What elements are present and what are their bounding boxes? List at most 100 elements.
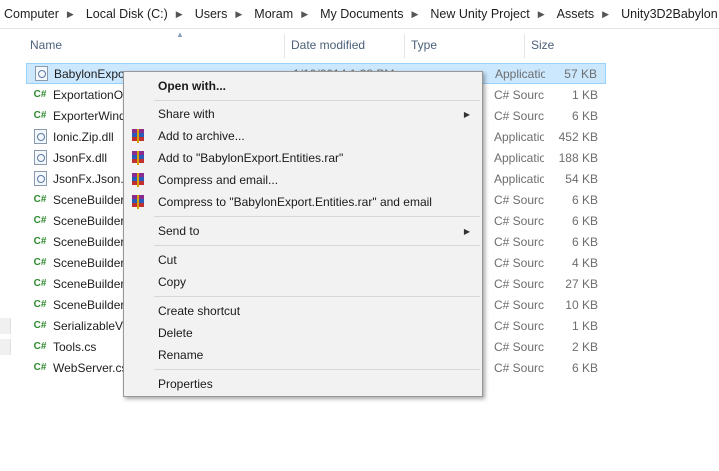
- menu-item-rename[interactable]: Rename: [124, 344, 482, 366]
- file-name: JsonFx.Json.dll: [53, 171, 128, 186]
- menu-separator: [154, 369, 480, 370]
- file-type: C# Source f...: [494, 213, 544, 228]
- cs-file-icon: C#: [33, 299, 47, 310]
- cs-file-icon: C#: [33, 362, 47, 373]
- menu-item-send-to[interactable]: Send to ▶: [124, 220, 482, 242]
- file-name: SceneBuilder.cs: [53, 234, 128, 249]
- chevron-right-icon[interactable]: ▶: [176, 9, 183, 20]
- menu-separator: [154, 100, 480, 101]
- menu-separator: [154, 245, 480, 246]
- menu-item-add-to-archive[interactable]: Add to archive...: [124, 125, 482, 147]
- file-name: SceneBuilder.Lights.cs: [53, 255, 128, 270]
- column-header-size[interactable]: Size: [531, 38, 554, 52]
- menu-item-copy[interactable]: Copy: [124, 271, 482, 293]
- file-name: ExportationOptions.cs: [53, 87, 128, 102]
- file-name: SceneBuilder.Cameras.cs: [53, 213, 128, 228]
- file-size: 2 KB: [571, 339, 598, 354]
- breadcrumb-item[interactable]: Local Disk (C:) ▶: [82, 7, 191, 21]
- menu-item-share-with[interactable]: Share with ▶: [124, 103, 482, 125]
- menu-item-delete[interactable]: Delete: [124, 322, 482, 344]
- menu-item-open-with[interactable]: Open with...: [124, 75, 482, 97]
- file-size: 6 KB: [571, 234, 598, 249]
- file-size: 6 KB: [571, 108, 598, 123]
- file-size: 188 KB: [558, 150, 598, 165]
- file-size: 4 KB: [571, 255, 598, 270]
- winrar-icon: [132, 129, 144, 143]
- menu-item-compress-email[interactable]: Compress and email...: [124, 169, 482, 191]
- file-type: C# Source f...: [494, 87, 544, 102]
- file-size: 6 KB: [571, 213, 598, 228]
- cs-file-icon: C#: [33, 236, 47, 247]
- winrar-icon: [132, 195, 144, 209]
- column-header-date[interactable]: Date modified: [291, 38, 365, 52]
- file-name: JsonFx.dll: [53, 150, 108, 165]
- dll-icon: [33, 66, 49, 82]
- file-size: 57 KB: [564, 66, 597, 81]
- cs-file-icon: C#: [33, 89, 47, 100]
- file-type: Application extens...: [494, 171, 544, 186]
- file-size: 54 KB: [565, 171, 598, 186]
- sort-up-icon: ▲: [176, 30, 184, 39]
- breadcrumb-item[interactable]: Users ▶: [191, 7, 251, 21]
- breadcrumb-item-current[interactable]: Unity3D2Babylon: [617, 7, 718, 21]
- file-name: SceneBuilder.Meshes.cs: [53, 297, 128, 312]
- cs-file-icon: C#: [33, 194, 47, 205]
- chevron-right-icon[interactable]: ▶: [602, 9, 609, 20]
- breadcrumb-item[interactable]: Moram ▶: [250, 7, 316, 21]
- menu-item-compress-rar-email[interactable]: Compress to "BabylonExport.Entities.rar"…: [124, 191, 482, 213]
- file-type: C# Source f...: [494, 318, 544, 333]
- chevron-right-icon[interactable]: ▶: [411, 9, 418, 20]
- file-name: Ionic.Zip.dll: [53, 129, 114, 144]
- cs-file-icon: C#: [33, 215, 47, 226]
- chevron-right-icon[interactable]: ▶: [538, 9, 545, 20]
- chevron-right-icon[interactable]: ▶: [301, 9, 308, 20]
- file-type: C# Source f...: [494, 234, 544, 249]
- file-type: Application extens...: [494, 150, 544, 165]
- cs-file-icon: C#: [33, 278, 47, 289]
- dll-icon: [32, 171, 48, 187]
- file-size: 6 KB: [571, 360, 598, 375]
- dll-icon: [32, 150, 48, 166]
- column-divider[interactable]: [284, 34, 285, 58]
- dll-icon: [32, 129, 48, 145]
- winrar-icon: [132, 151, 144, 165]
- cs-file-icon: C#: [33, 320, 47, 331]
- breadcrumb-item[interactable]: Assets ▶: [553, 7, 617, 21]
- file-type: C# Source f...: [494, 255, 544, 270]
- file-name: SerializableVector3.cs: [53, 318, 128, 333]
- cs-file-icon: C#: [33, 110, 47, 121]
- cs-file-icon: C#: [33, 341, 47, 352]
- breadcrumb-item[interactable]: My Documents ▶: [316, 7, 426, 21]
- menu-separator: [154, 296, 480, 297]
- navigation-pane-edge: [0, 318, 11, 334]
- file-type: C# Source f...: [494, 108, 544, 123]
- breadcrumb-item[interactable]: Computer ▶: [0, 7, 82, 21]
- file-name: ExporterWindow.cs: [53, 108, 128, 123]
- file-type: C# Source f...: [494, 276, 544, 291]
- context-menu: Open with... Share with ▶ Add to archive…: [123, 71, 483, 397]
- submenu-arrow-icon: ▶: [463, 226, 470, 236]
- file-name: SceneBuilder.Materials.cs: [53, 276, 128, 291]
- menu-item-cut[interactable]: Cut: [124, 249, 482, 271]
- file-size: 452 KB: [558, 129, 598, 144]
- file-name: SceneBuilder.Animations.cs: [53, 192, 128, 207]
- file-type: C# Source f...: [494, 360, 544, 375]
- file-size: 6 KB: [571, 192, 598, 207]
- chevron-right-icon[interactable]: ▶: [235, 9, 242, 20]
- winrar-icon: [132, 173, 144, 187]
- breadcrumb: Computer ▶ Local Disk (C:) ▶ Users ▶ Moram ▶…: [0, 0, 719, 29]
- menu-item-properties[interactable]: Properties: [124, 373, 482, 395]
- breadcrumb-item[interactable]: New Unity Project ▶: [426, 7, 552, 21]
- column-header-name[interactable]: Name: [30, 38, 62, 52]
- chevron-right-icon[interactable]: ▶: [67, 9, 74, 20]
- file-name: Tools.cs: [53, 339, 97, 354]
- column-divider[interactable]: [524, 34, 525, 58]
- file-type: C# Source f...: [494, 297, 544, 312]
- file-type: C# Source f...: [494, 192, 544, 207]
- column-header-type[interactable]: Type: [411, 38, 437, 52]
- menu-item-create-shortcut[interactable]: Create shortcut: [124, 300, 482, 322]
- menu-item-add-to-rar[interactable]: Add to "BabylonExport.Entities.rar": [124, 147, 482, 169]
- column-divider[interactable]: [404, 34, 405, 58]
- file-size: 1 KB: [571, 318, 598, 333]
- file-name: BabylonExport.Entities.dll: [54, 66, 129, 81]
